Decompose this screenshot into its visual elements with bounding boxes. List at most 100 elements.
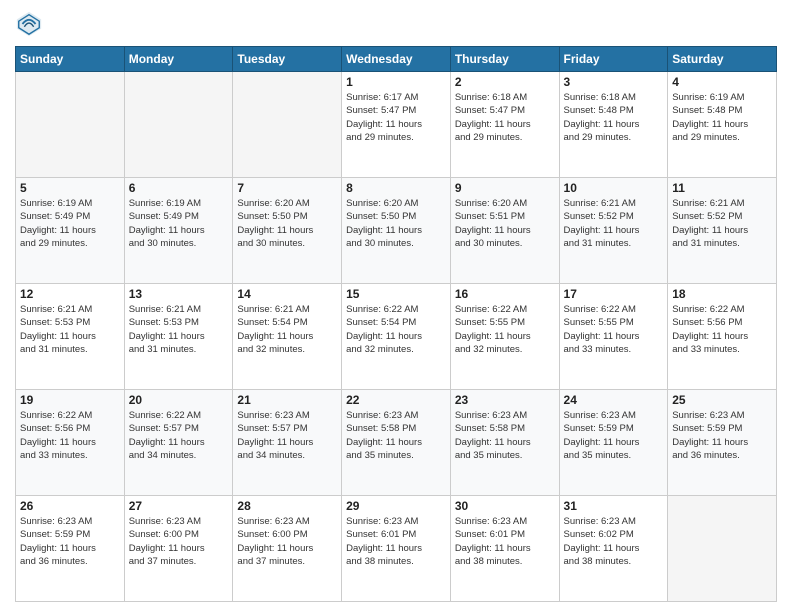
calendar-cell: 13 Sunrise: 6:21 AM Sunset: 5:53 PM Dayli… xyxy=(124,284,233,390)
day-of-week-header: Monday xyxy=(124,47,233,72)
day-info: Sunrise: 6:22 AM Sunset: 5:56 PM Dayligh… xyxy=(672,303,772,356)
day-number: 15 xyxy=(346,287,446,301)
day-number: 22 xyxy=(346,393,446,407)
calendar-cell: 6 Sunrise: 6:19 AM Sunset: 5:49 PM Daylig… xyxy=(124,178,233,284)
calendar-cell: 3 Sunrise: 6:18 AM Sunset: 5:48 PM Daylig… xyxy=(559,72,668,178)
day-info: Sunrise: 6:18 AM Sunset: 5:47 PM Dayligh… xyxy=(455,91,555,144)
calendar-cell: 8 Sunrise: 6:20 AM Sunset: 5:50 PM Daylig… xyxy=(342,178,451,284)
day-info: Sunrise: 6:20 AM Sunset: 5:51 PM Dayligh… xyxy=(455,197,555,250)
day-info: Sunrise: 6:21 AM Sunset: 5:54 PM Dayligh… xyxy=(237,303,337,356)
calendar-cell: 5 Sunrise: 6:19 AM Sunset: 5:49 PM Daylig… xyxy=(16,178,125,284)
day-number: 10 xyxy=(564,181,664,195)
day-info: Sunrise: 6:19 AM Sunset: 5:49 PM Dayligh… xyxy=(20,197,120,250)
day-info: Sunrise: 6:21 AM Sunset: 5:53 PM Dayligh… xyxy=(20,303,120,356)
calendar-week-row: 12Sunrise: 6:21 AM Sunset: 5:53 PM Dayli… xyxy=(16,284,777,390)
day-number: 6 xyxy=(129,181,229,195)
day-number: 18 xyxy=(672,287,772,301)
calendar-cell: 15 Sunrise: 6:22 AM Sunset: 5:54 PM Dayli… xyxy=(342,284,451,390)
calendar-week-row: 5 Sunrise: 6:19 AM Sunset: 5:49 PM Daylig… xyxy=(16,178,777,284)
day-number: 3 xyxy=(564,75,664,89)
calendar-cell: 20 Sunrise: 6:22 AM Sunset: 5:57 PM Dayli… xyxy=(124,390,233,496)
day-number: 1 xyxy=(346,75,446,89)
day-number: 29 xyxy=(346,499,446,513)
calendar-week-row: 1 Sunrise: 6:17 AM Sunset: 5:47 PM Daylig… xyxy=(16,72,777,178)
day-info: Sunrise: 6:21 AM Sunset: 5:53 PM Dayligh… xyxy=(129,303,229,356)
day-info: Sunrise: 6:23 AM Sunset: 5:57 PM Dayligh… xyxy=(237,409,337,462)
calendar-header-row: SundayMondayTuesdayWednesdayThursdayFrid… xyxy=(16,47,777,72)
day-info: Sunrise: 6:23 AM Sunset: 6:00 PM Dayligh… xyxy=(237,515,337,568)
header xyxy=(15,10,777,38)
day-info: Sunrise: 6:23 AM Sunset: 5:58 PM Dayligh… xyxy=(455,409,555,462)
day-number: 8 xyxy=(346,181,446,195)
day-number: 4 xyxy=(672,75,772,89)
day-info: Sunrise: 6:22 AM Sunset: 5:57 PM Dayligh… xyxy=(129,409,229,462)
day-info: Sunrise: 6:22 AM Sunset: 5:55 PM Dayligh… xyxy=(455,303,555,356)
day-info: Sunrise: 6:23 AM Sunset: 5:58 PM Dayligh… xyxy=(346,409,446,462)
day-number: 7 xyxy=(237,181,337,195)
day-number: 5 xyxy=(20,181,120,195)
day-info: Sunrise: 6:18 AM Sunset: 5:48 PM Dayligh… xyxy=(564,91,664,144)
calendar-cell: 1 Sunrise: 6:17 AM Sunset: 5:47 PM Daylig… xyxy=(342,72,451,178)
day-info: Sunrise: 6:23 AM Sunset: 5:59 PM Dayligh… xyxy=(564,409,664,462)
day-info: Sunrise: 6:23 AM Sunset: 6:00 PM Dayligh… xyxy=(129,515,229,568)
day-number: 30 xyxy=(455,499,555,513)
day-of-week-header: Sunday xyxy=(16,47,125,72)
calendar-cell: 30Sunrise: 6:23 AM Sunset: 6:01 PM Dayli… xyxy=(450,496,559,602)
day-info: Sunrise: 6:20 AM Sunset: 5:50 PM Dayligh… xyxy=(237,197,337,250)
day-info: Sunrise: 6:19 AM Sunset: 5:48 PM Dayligh… xyxy=(672,91,772,144)
calendar-cell: 26Sunrise: 6:23 AM Sunset: 5:59 PM Dayli… xyxy=(16,496,125,602)
day-number: 21 xyxy=(237,393,337,407)
day-number: 26 xyxy=(20,499,120,513)
day-number: 16 xyxy=(455,287,555,301)
calendar-week-row: 19 Sunrise: 6:22 AM Sunset: 5:56 PM Dayli… xyxy=(16,390,777,496)
calendar-cell: 29 Sunrise: 6:23 AM Sunset: 6:01 PM Dayli… xyxy=(342,496,451,602)
page: SundayMondayTuesdayWednesdayThursdayFrid… xyxy=(0,0,792,612)
day-number: 17 xyxy=(564,287,664,301)
calendar-cell xyxy=(668,496,777,602)
day-number: 25 xyxy=(672,393,772,407)
day-of-week-header: Wednesday xyxy=(342,47,451,72)
day-info: Sunrise: 6:17 AM Sunset: 5:47 PM Dayligh… xyxy=(346,91,446,144)
day-info: Sunrise: 6:21 AM Sunset: 5:52 PM Dayligh… xyxy=(672,197,772,250)
calendar-cell: 19 Sunrise: 6:22 AM Sunset: 5:56 PM Dayli… xyxy=(16,390,125,496)
day-number: 14 xyxy=(237,287,337,301)
day-number: 13 xyxy=(129,287,229,301)
calendar-cell: 31 Sunrise: 6:23 AM Sunset: 6:02 PM Dayli… xyxy=(559,496,668,602)
calendar-cell: 4 Sunrise: 6:19 AM Sunset: 5:48 PM Daylig… xyxy=(668,72,777,178)
day-number: 23 xyxy=(455,393,555,407)
calendar-week-row: 26Sunrise: 6:23 AM Sunset: 5:59 PM Dayli… xyxy=(16,496,777,602)
day-of-week-header: Friday xyxy=(559,47,668,72)
calendar-cell: 21 Sunrise: 6:23 AM Sunset: 5:57 PM Dayli… xyxy=(233,390,342,496)
day-info: Sunrise: 6:22 AM Sunset: 5:55 PM Dayligh… xyxy=(564,303,664,356)
day-number: 31 xyxy=(564,499,664,513)
day-number: 20 xyxy=(129,393,229,407)
calendar-cell: 24Sunrise: 6:23 AM Sunset: 5:59 PM Dayli… xyxy=(559,390,668,496)
day-info: Sunrise: 6:22 AM Sunset: 5:56 PM Dayligh… xyxy=(20,409,120,462)
day-info: Sunrise: 6:23 AM Sunset: 6:02 PM Dayligh… xyxy=(564,515,664,568)
calendar-cell: 2 Sunrise: 6:18 AM Sunset: 5:47 PM Daylig… xyxy=(450,72,559,178)
day-info: Sunrise: 6:23 AM Sunset: 6:01 PM Dayligh… xyxy=(346,515,446,568)
day-number: 11 xyxy=(672,181,772,195)
calendar-cell: 28 Sunrise: 6:23 AM Sunset: 6:00 PM Dayli… xyxy=(233,496,342,602)
calendar-cell: 11 Sunrise: 6:21 AM Sunset: 5:52 PM Dayli… xyxy=(668,178,777,284)
logo-icon xyxy=(15,10,43,38)
day-number: 9 xyxy=(455,181,555,195)
day-number: 28 xyxy=(237,499,337,513)
calendar-cell: 27Sunrise: 6:23 AM Sunset: 6:00 PM Dayli… xyxy=(124,496,233,602)
day-info: Sunrise: 6:19 AM Sunset: 5:49 PM Dayligh… xyxy=(129,197,229,250)
calendar-cell: 12Sunrise: 6:21 AM Sunset: 5:53 PM Dayli… xyxy=(16,284,125,390)
day-info: Sunrise: 6:22 AM Sunset: 5:54 PM Dayligh… xyxy=(346,303,446,356)
calendar-cell: 14 Sunrise: 6:21 AM Sunset: 5:54 PM Dayli… xyxy=(233,284,342,390)
day-number: 19 xyxy=(20,393,120,407)
day-number: 2 xyxy=(455,75,555,89)
day-info: Sunrise: 6:21 AM Sunset: 5:52 PM Dayligh… xyxy=(564,197,664,250)
calendar-cell xyxy=(233,72,342,178)
day-info: Sunrise: 6:20 AM Sunset: 5:50 PM Dayligh… xyxy=(346,197,446,250)
calendar-cell xyxy=(16,72,125,178)
calendar-cell: 9 Sunrise: 6:20 AM Sunset: 5:51 PM Daylig… xyxy=(450,178,559,284)
day-of-week-header: Tuesday xyxy=(233,47,342,72)
day-of-week-header: Thursday xyxy=(450,47,559,72)
calendar-cell: 25Sunrise: 6:23 AM Sunset: 5:59 PM Dayli… xyxy=(668,390,777,496)
calendar-cell: 7 Sunrise: 6:20 AM Sunset: 5:50 PM Daylig… xyxy=(233,178,342,284)
calendar-table: SundayMondayTuesdayWednesdayThursdayFrid… xyxy=(15,46,777,602)
